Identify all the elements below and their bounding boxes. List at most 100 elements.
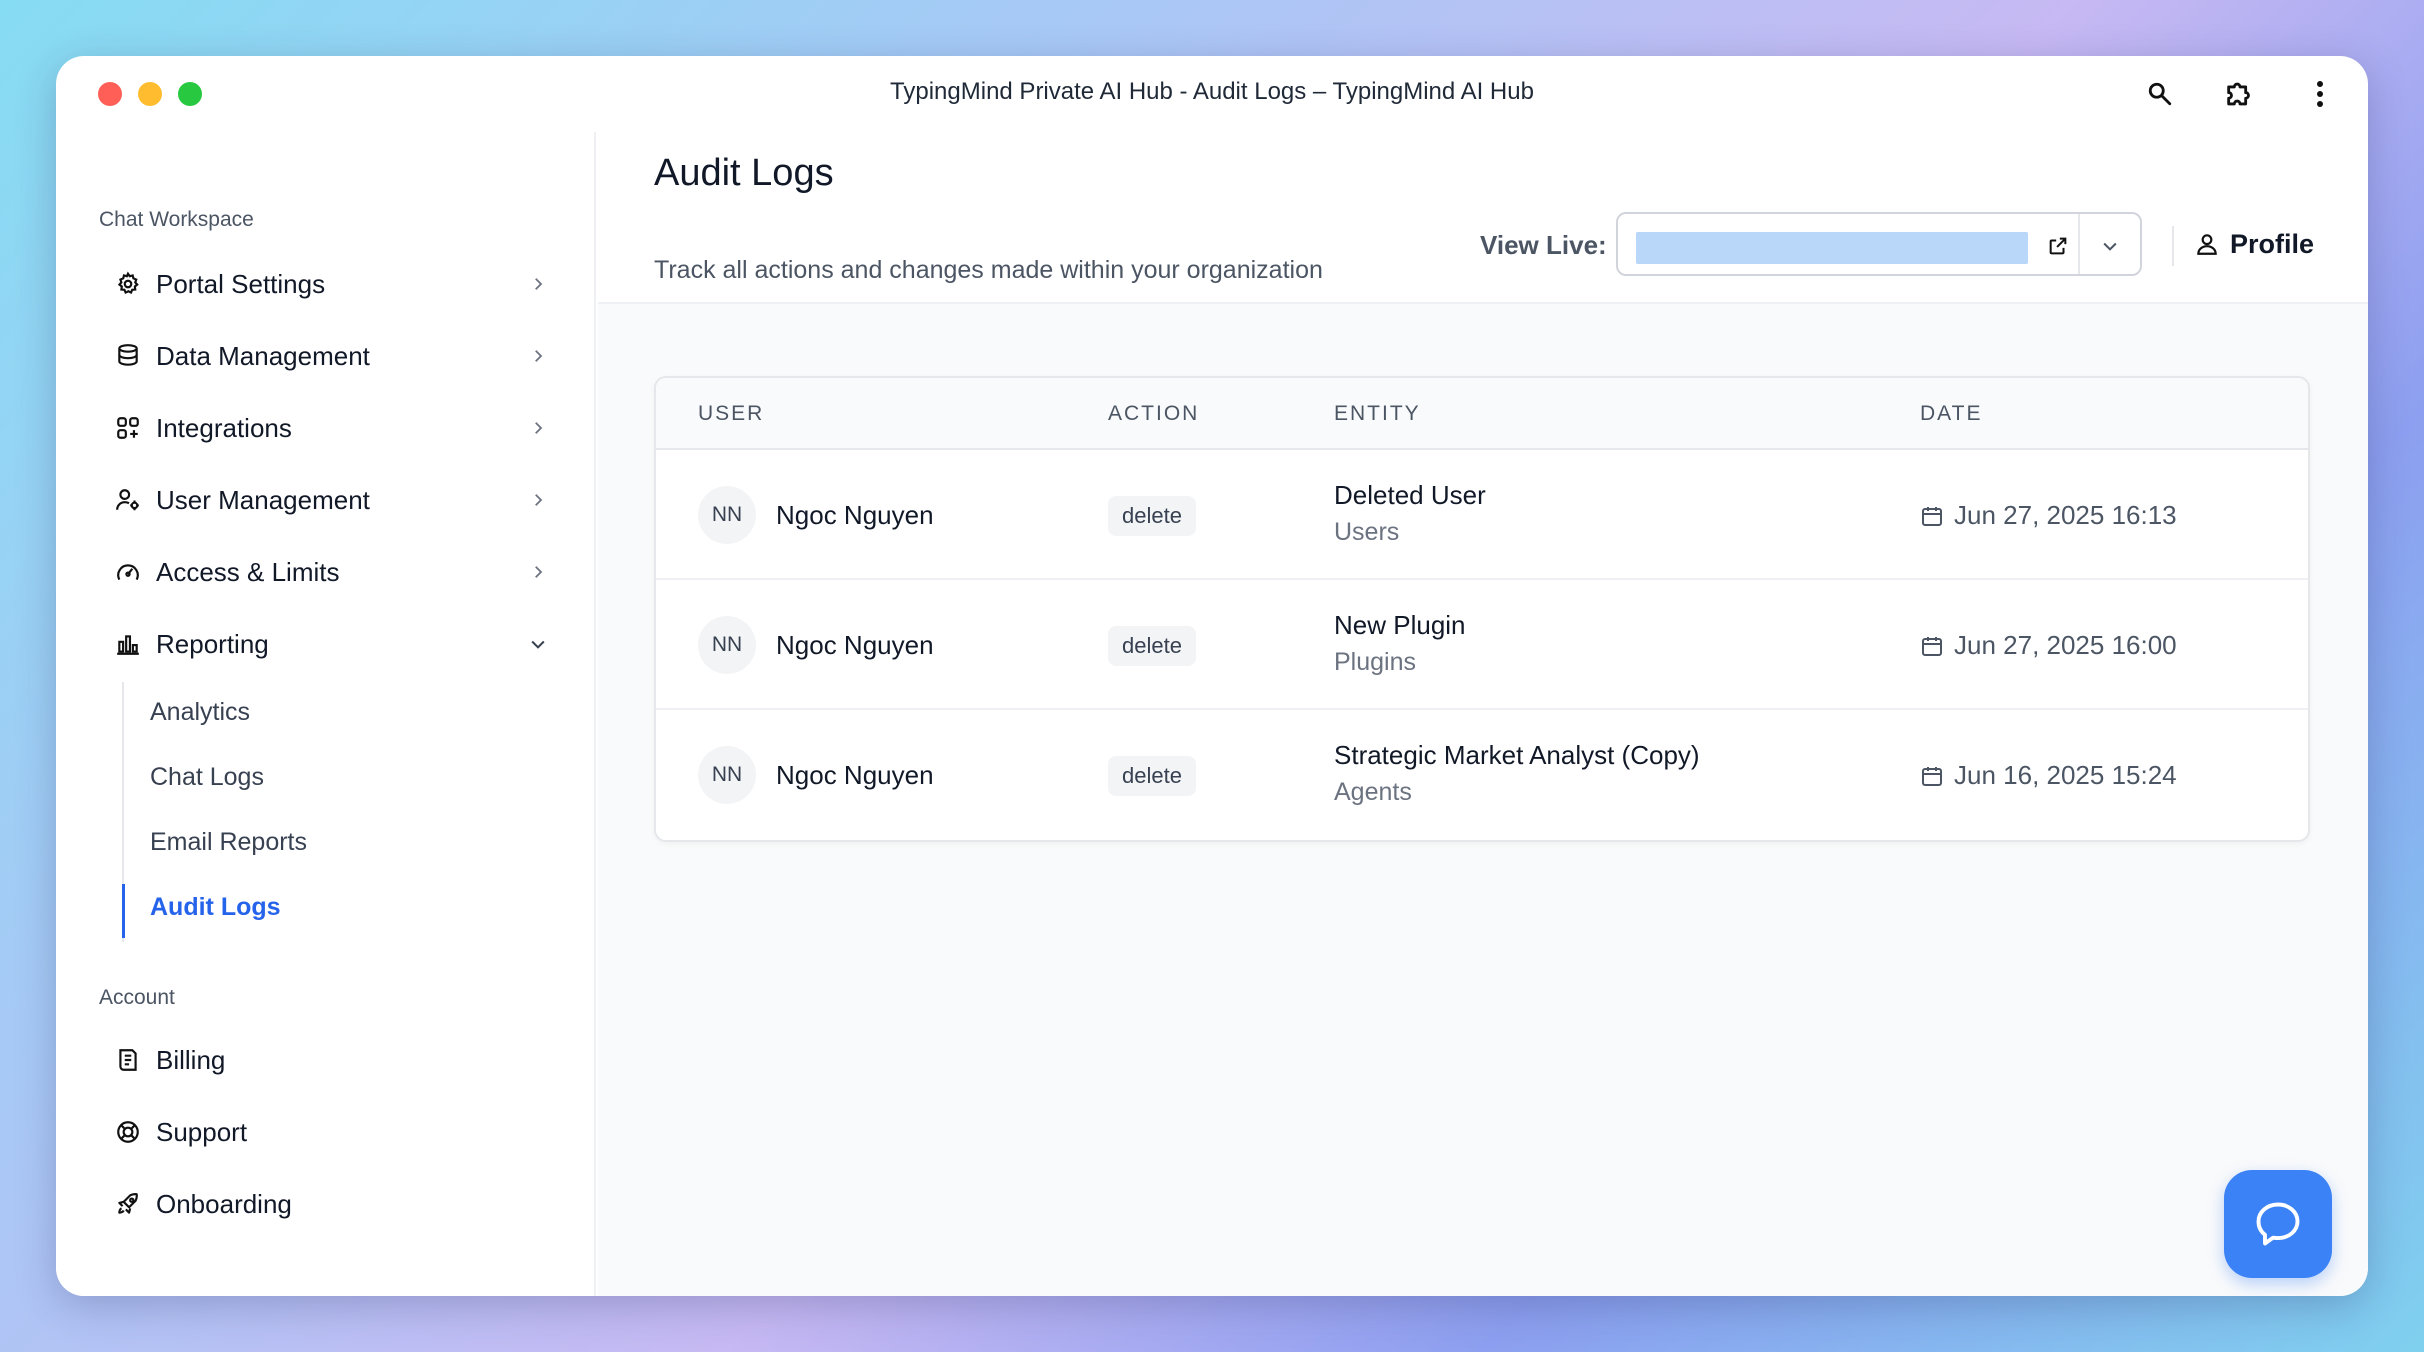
sidebar-item-data-management[interactable]: Data Management <box>112 326 552 386</box>
action-badge: delete <box>1108 626 1196 666</box>
sidebar-subitem-chat-logs[interactable]: Chat Logs <box>150 763 264 792</box>
title-bar-actions <box>2138 72 2342 116</box>
chevron-right-icon <box>524 486 552 514</box>
date-text: Jun 27, 2025 16:00 <box>1954 630 2177 660</box>
receipt-icon <box>112 1044 144 1076</box>
sidebar-item-portal-settings[interactable]: Portal Settings <box>112 254 552 314</box>
view-live-select[interactable] <box>1616 212 2142 276</box>
profile-label: Profile <box>2230 228 2315 259</box>
sidebar-item-label: Reporting <box>156 628 269 659</box>
table-row: NN Ngoc Nguyen delete New Plugin Plugins… <box>656 580 2308 710</box>
sidebar-item-support[interactable]: Support <box>112 1102 552 1162</box>
table-row: NN Ngoc Nguyen delete Deleted User Users… <box>656 450 2308 580</box>
entity-name: Deleted User <box>1334 480 1486 510</box>
column-header-action: ACTION <box>1108 402 1200 425</box>
sidebar-item-integrations[interactable]: Integrations <box>112 398 552 458</box>
sidebar-item-label: User Management <box>156 484 370 515</box>
calendar-icon <box>1922 506 1942 526</box>
sidebar-subitem-email-reports[interactable]: Email Reports <box>150 828 307 857</box>
open-external-button[interactable] <box>2042 230 2074 262</box>
sidebar-item-label: Onboarding <box>156 1188 292 1219</box>
calendar-icon <box>1922 766 1942 786</box>
avatar: NN <box>698 746 756 804</box>
select-divider <box>2078 214 2080 274</box>
sidebar-item-reporting[interactable]: Reporting <box>112 614 552 674</box>
more-menu-button[interactable] <box>2298 72 2342 116</box>
sidebar-item-onboarding[interactable]: Onboarding <box>112 1174 552 1234</box>
grid-plus-icon <box>112 412 144 444</box>
chevron-right-icon <box>524 414 552 442</box>
entity-name: New Plugin <box>1334 610 1466 640</box>
log-date: Jun 27, 2025 16:13 <box>1920 500 2177 531</box>
log-date: Jun 27, 2025 16:00 <box>1920 630 2177 661</box>
title-bar: TypingMind Private AI Hub - Audit Logs –… <box>56 56 2368 132</box>
user-name: Ngoc Nguyen <box>776 630 934 660</box>
date-text: Jun 16, 2025 15:24 <box>1954 760 2177 790</box>
column-header-entity: ENTITY <box>1334 402 1421 425</box>
user-icon <box>2197 234 2217 255</box>
table-header: USER ACTION ENTITY DATE <box>656 378 2308 450</box>
view-live-dropdown-button[interactable] <box>2094 230 2126 262</box>
window-title: TypingMind Private AI Hub - Audit Logs –… <box>890 78 1534 105</box>
rocket-icon <box>112 1188 144 1220</box>
page-subtitle: Track all actions and changes made withi… <box>654 256 1323 284</box>
section-label-account: Account <box>99 986 175 1009</box>
sidebar-item-label: Support <box>156 1116 248 1147</box>
sidebar-item-label: Integrations <box>156 412 292 443</box>
user-name: Ngoc Nguyen <box>776 500 934 530</box>
avatar: NN <box>698 616 756 674</box>
view-live-url-field[interactable] <box>1636 232 2028 264</box>
database-icon <box>112 340 144 372</box>
user-name: Ngoc Nguyen <box>776 760 934 790</box>
users-gear-icon <box>112 484 144 516</box>
page-header: Audit Logs Track all actions and changes… <box>598 132 2368 304</box>
entity-type: Plugins <box>1334 648 1416 676</box>
chat-support-button[interactable] <box>2224 1170 2332 1278</box>
chevron-down-icon <box>524 630 552 658</box>
magnifier-icon <box>2148 82 2172 106</box>
sidebar-item-label: Data Management <box>156 340 370 371</box>
sidebar-subitem-analytics[interactable]: Analytics <box>150 698 250 727</box>
gear-icon <box>112 268 144 300</box>
app-window: TypingMind Private AI Hub - Audit Logs –… <box>56 56 2368 1296</box>
lifebuoy-icon <box>112 1116 144 1148</box>
sidebar-item-label: Access & Limits <box>156 556 340 587</box>
entity-type: Agents <box>1334 778 1412 806</box>
zoom-search-button[interactable] <box>2138 72 2182 116</box>
header-divider <box>2172 226 2174 266</box>
entity-type: Users <box>1334 518 1400 546</box>
chevron-down-icon <box>2103 242 2117 251</box>
gauge-icon <box>112 556 144 588</box>
submenu-active-indicator <box>122 884 125 938</box>
action-badge: delete <box>1108 756 1196 796</box>
calendar-icon <box>1922 636 1942 656</box>
sidebar-item-access-limits[interactable]: Access & Limits <box>112 542 552 602</box>
entity-name: Strategic Market Analyst (Copy) <box>1334 740 1700 770</box>
main-content: Audit Logs Track all actions and changes… <box>598 132 2368 1296</box>
chat-bubble-icon <box>2256 1202 2300 1246</box>
sidebar-item-label: Billing <box>156 1044 226 1075</box>
sidebar-subitem-audit-logs[interactable]: Audit Logs <box>150 893 281 922</box>
chevron-right-icon <box>524 270 552 298</box>
audit-log-table: USER ACTION ENTITY DATE NN Ngoc Nguyen d… <box>654 376 2310 842</box>
table-row: NN Ngoc Nguyen delete Strategic Market A… <box>656 710 2308 840</box>
date-text: Jun 27, 2025 16:13 <box>1954 500 2177 530</box>
column-header-date: DATE <box>1920 402 1983 425</box>
profile-button[interactable]: Profile <box>2194 222 2314 266</box>
kebab-icon <box>2317 81 2323 107</box>
avatar: NN <box>698 486 756 544</box>
column-header-user: USER <box>698 402 765 425</box>
sidebar: Chat Workspace Portal Settings Data Mana… <box>56 132 596 1296</box>
chevron-right-icon <box>524 342 552 370</box>
log-date: Jun 16, 2025 15:24 <box>1920 760 2177 791</box>
sidebar-item-label: Portal Settings <box>156 268 326 299</box>
page-title: Audit Logs <box>654 152 834 194</box>
chevron-right-icon <box>524 558 552 586</box>
action-badge: delete <box>1108 496 1196 536</box>
external-link-icon <box>2049 237 2067 255</box>
view-live-label: View Live: <box>1480 230 1607 260</box>
extensions-button[interactable] <box>2218 72 2262 116</box>
sidebar-item-billing[interactable]: Billing <box>112 1030 552 1090</box>
puzzle-icon <box>2227 82 2250 106</box>
sidebar-item-user-management[interactable]: User Management <box>112 470 552 530</box>
